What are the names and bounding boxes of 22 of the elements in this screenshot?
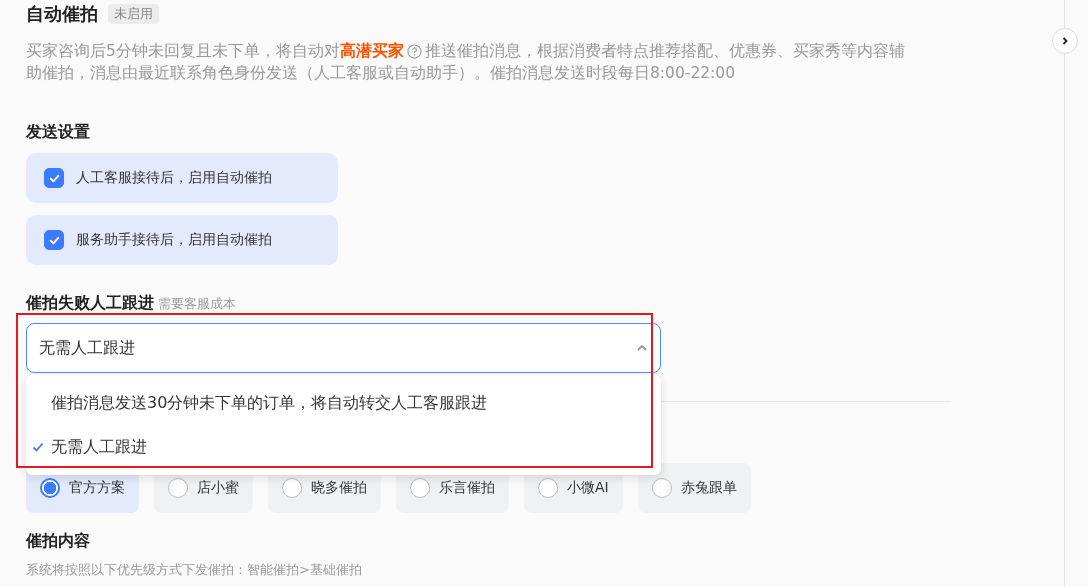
chevron-right-icon: [1060, 36, 1070, 46]
section-heading: 催拍失败人工跟进: [26, 293, 154, 314]
section-heading: 发送设置: [26, 122, 91, 143]
description-text: 推送催拍消息，根据消费者特点推荐搭配、优惠券、买家秀等内容辅: [424, 41, 905, 62]
description-text: 助催拍，消息由最近联系角色身份发送（人工客服或自动助手）。催拍消息发送时段每日8:00-22:00: [26, 63, 736, 84]
radio-option[interactable]: 赤兔跟单: [637, 463, 751, 513]
caret-icon: [636, 344, 648, 352]
check-icon: [32, 441, 44, 453]
section-title: 自动催拍: [26, 2, 98, 26]
dropdown-option[interactable]: 催拍消息发送30分钟未下单的订单，将自动转交人工客服跟进: [26, 381, 661, 425]
checkbox-option[interactable]: 服务助手接待后，启用自动催拍: [26, 215, 338, 265]
expand-button[interactable]: [1052, 28, 1078, 54]
checkbox-option[interactable]: 人工客服接待后，启用自动催拍: [26, 153, 338, 203]
section-heading: 催拍内容: [26, 531, 91, 552]
checkbox[interactable]: [44, 230, 64, 250]
hint-text: 系统将按照以下优先级方式下发催拍：智能催拍>基础催拍: [26, 561, 363, 579]
description-text: 买家咨询后5分钟未回复且未下单，将自动对高潜买家: [26, 41, 404, 62]
help-icon[interactable]: [406, 43, 422, 59]
select-field[interactable]: 无需人工跟进: [26, 323, 661, 373]
checkbox[interactable]: [44, 168, 64, 188]
hint-text: 需要客服成本: [158, 295, 236, 313]
status-badge: 未启用: [108, 4, 159, 24]
